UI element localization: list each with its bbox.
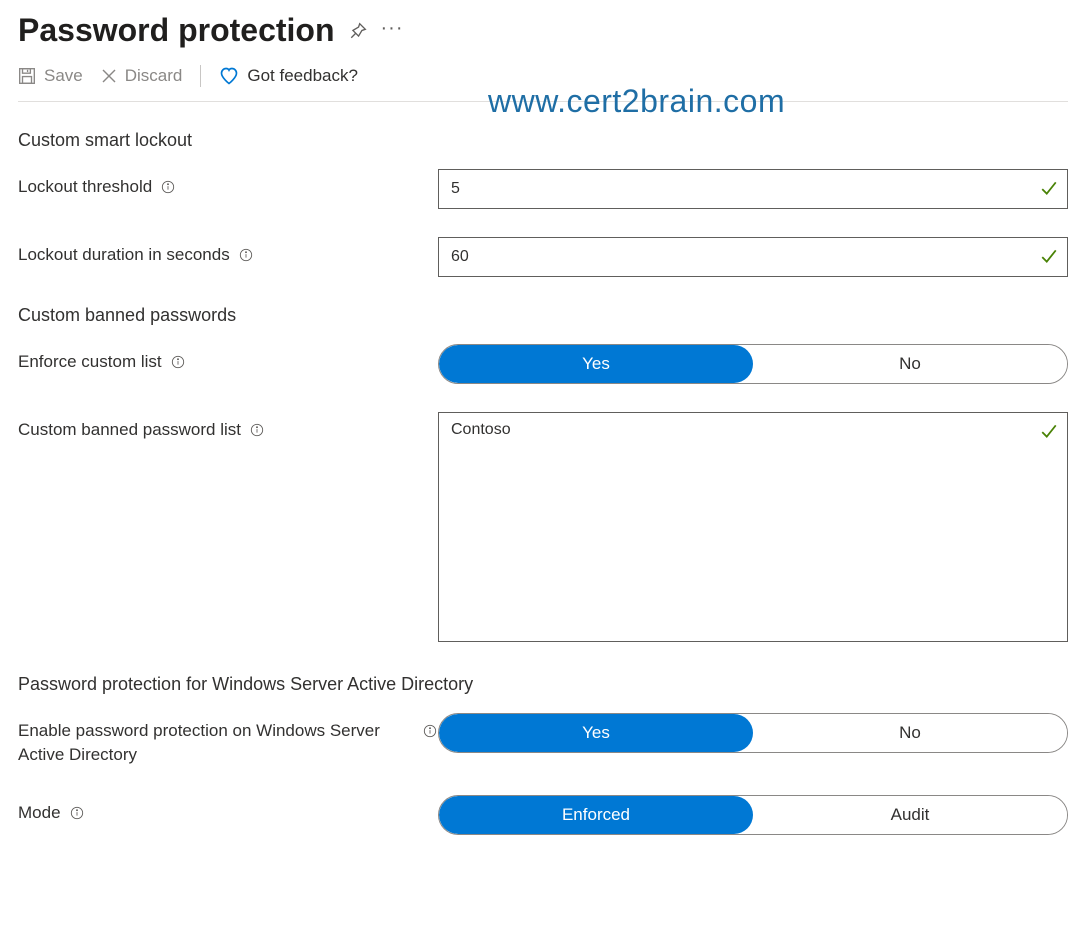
mode-label: Mode [18,801,61,825]
info-icon[interactable] [69,805,85,821]
banned-list-label: Custom banned password list [18,418,241,442]
section-lockout-title: Custom smart lockout [18,130,1068,151]
section-ad-title: Password protection for Windows Server A… [18,674,1068,695]
lockout-duration-label: Lockout duration in seconds [18,243,230,267]
save-label: Save [44,66,83,86]
lockout-threshold-label: Lockout threshold [18,175,152,199]
toggle-option-yes[interactable]: Yes [439,714,753,752]
close-icon [101,68,117,84]
more-icon[interactable]: ··· [381,18,404,38]
pin-icon[interactable] [349,22,367,40]
toggle-option-enforced[interactable]: Enforced [439,796,753,834]
mode-toggle[interactable]: Enforced Audit [438,795,1068,835]
enforce-custom-list-toggle[interactable]: Yes No [438,344,1068,384]
toggle-option-no[interactable]: No [753,345,1067,383]
save-icon [18,67,36,85]
discard-button[interactable]: Discard [101,66,183,86]
enable-ad-label: Enable password protection on Windows Se… [18,719,414,767]
lockout-duration-input[interactable] [438,237,1068,277]
heart-icon [219,66,239,86]
discard-label: Discard [125,66,183,86]
info-icon[interactable] [238,247,254,263]
toolbar-divider [200,65,201,87]
toolbar: Save Discard Got feedback? www.cert2brai… [18,59,1068,102]
info-icon[interactable] [422,723,438,739]
section-banned-title: Custom banned passwords [18,305,1068,326]
enable-ad-toggle[interactable]: Yes No [438,713,1068,753]
feedback-link[interactable]: Got feedback? [219,66,358,86]
toggle-option-yes[interactable]: Yes [439,345,753,383]
info-icon[interactable] [160,179,176,195]
banned-list-textarea[interactable] [438,412,1068,642]
page-title: Password protection [18,12,335,49]
info-icon[interactable] [170,354,186,370]
toggle-option-no[interactable]: No [753,714,1067,752]
lockout-threshold-input[interactable] [438,169,1068,209]
enforce-custom-list-label: Enforce custom list [18,350,162,374]
toggle-option-audit[interactable]: Audit [753,796,1067,834]
watermark-text: www.cert2brain.com [488,83,785,120]
info-icon[interactable] [249,422,265,438]
save-button[interactable]: Save [18,66,83,86]
feedback-label: Got feedback? [247,66,358,86]
